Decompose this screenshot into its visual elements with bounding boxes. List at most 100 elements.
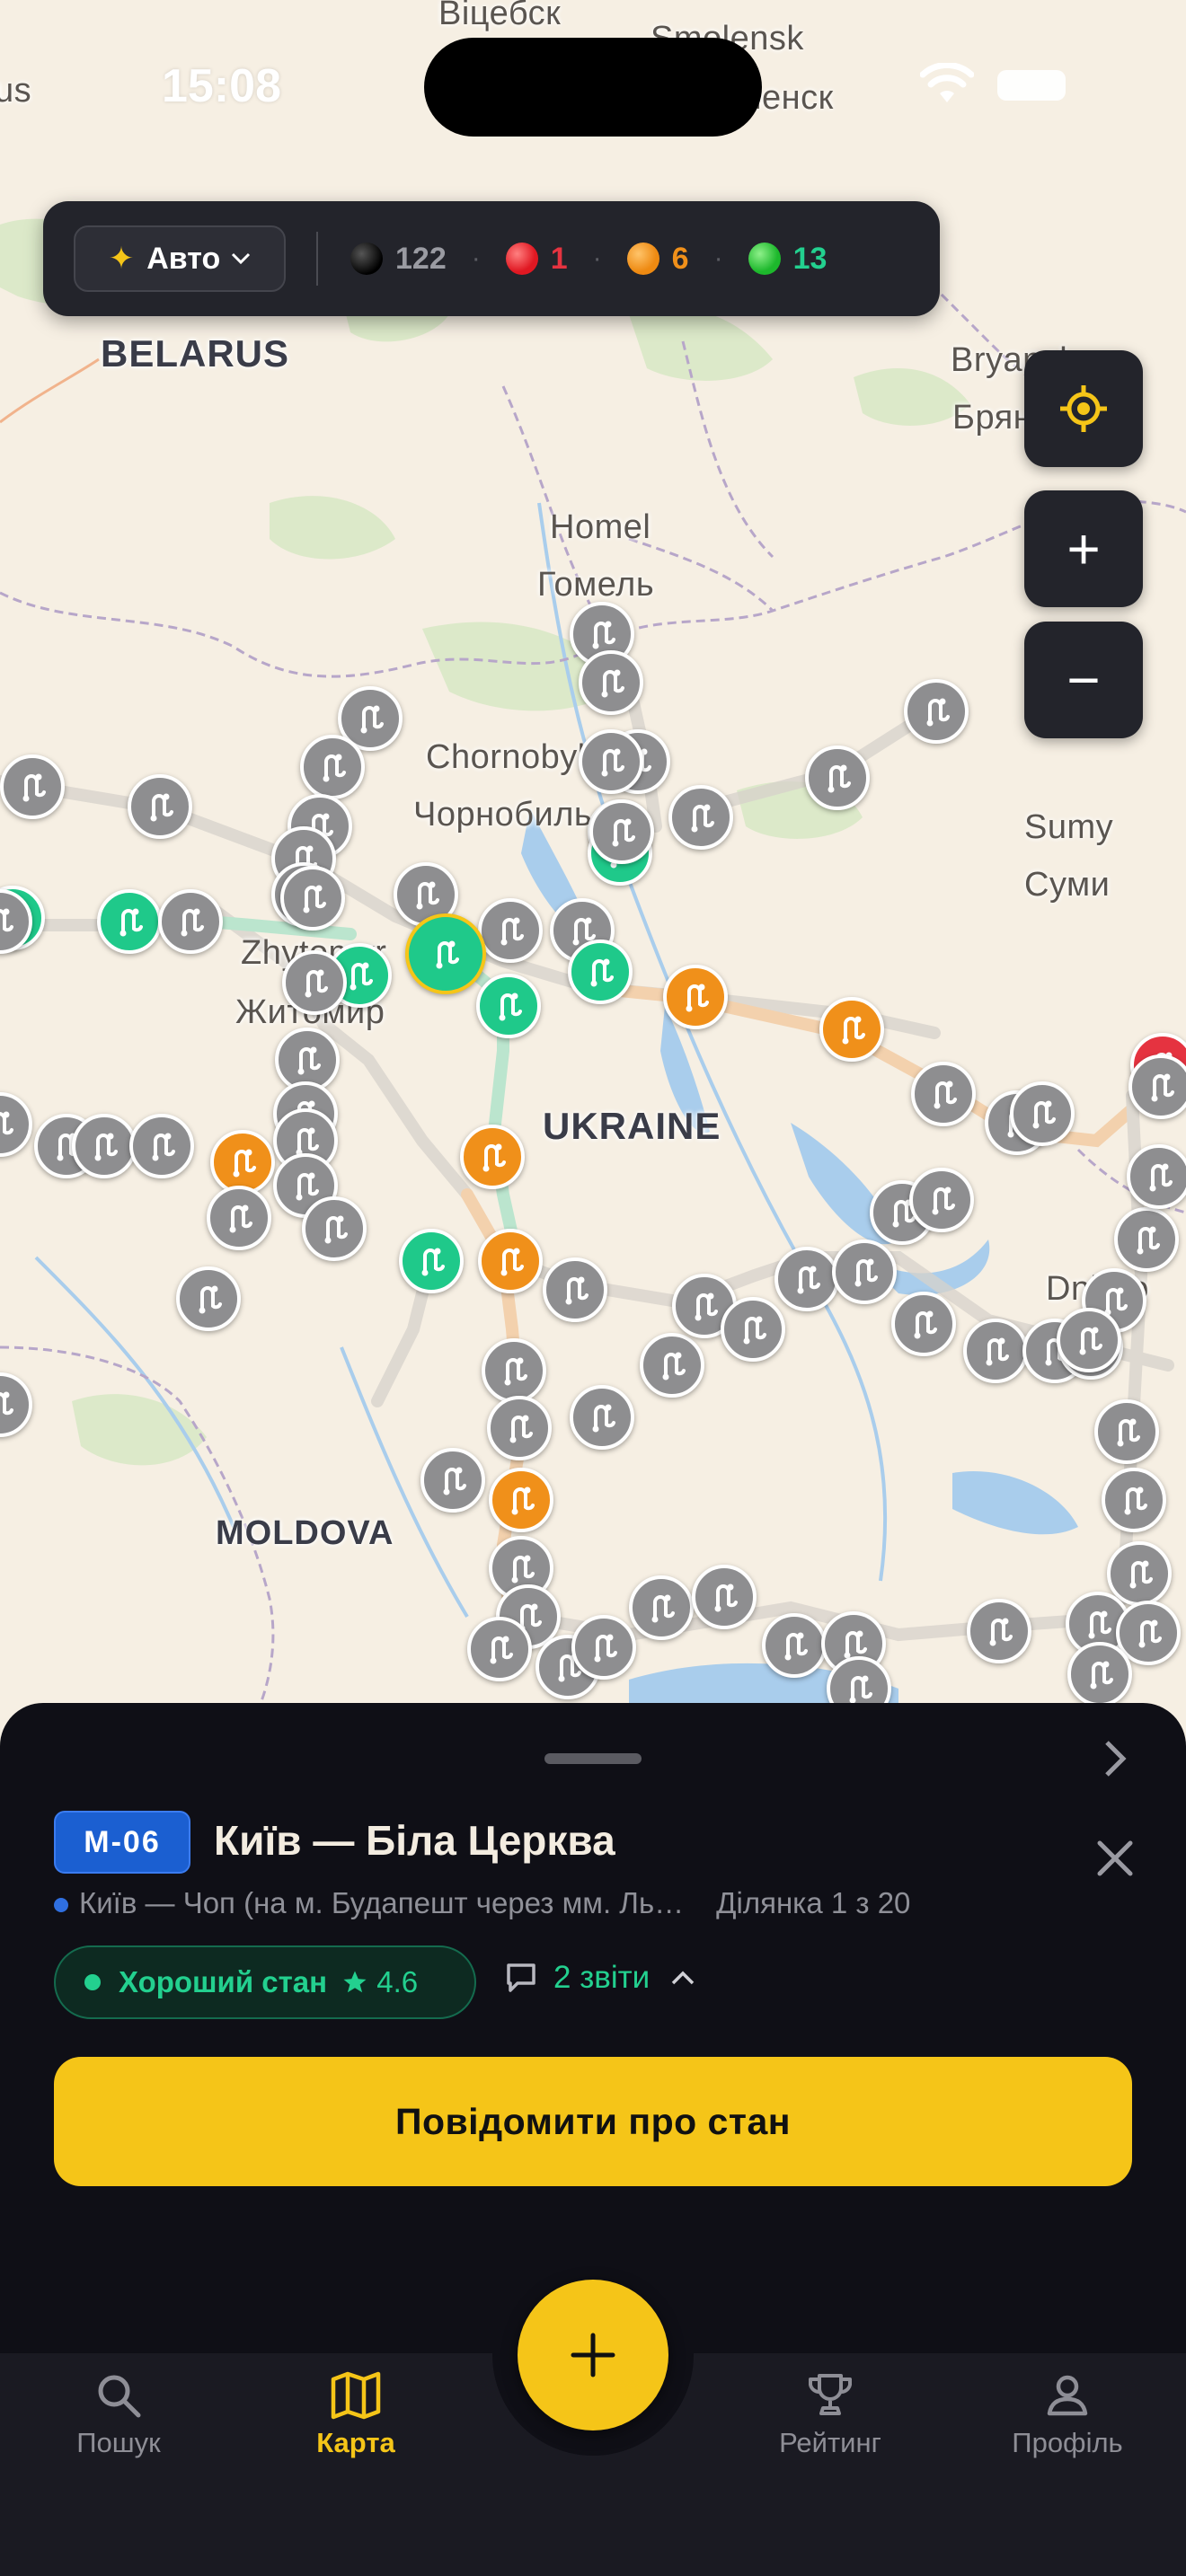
road-route-icon: [1032, 1100, 1056, 1129]
road-marker-orange[interactable]: [819, 997, 884, 1062]
road-marker-gray[interactable]: [300, 735, 365, 799]
road-route-icon: [150, 793, 173, 822]
star-icon: [343, 1971, 367, 1993]
road-marker-gray[interactable]: [207, 1186, 271, 1250]
road-route-icon: [854, 1258, 878, 1287]
tab-map-label: Карта: [316, 2427, 395, 2458]
road-marker-gray[interactable]: [967, 1599, 1031, 1663]
road-route-icon: [686, 984, 709, 1012]
road-marker-orange[interactable]: [460, 1125, 525, 1189]
report-status-button[interactable]: Повідомити про стан: [54, 2057, 1132, 2186]
road-marker-gray[interactable]: [1107, 1541, 1172, 1606]
road-marker-orange[interactable]: [210, 1130, 275, 1195]
road-marker-gray[interactable]: [1094, 1399, 1159, 1464]
road-marker-gray[interactable]: [302, 1196, 367, 1261]
road-route-icon: [651, 1594, 675, 1623]
road-title: Київ — Біла Церква: [214, 1817, 615, 1864]
tab-map[interactable]: Карта: [266, 2364, 446, 2459]
road-marker-gray[interactable]: [176, 1266, 241, 1331]
road-marker-green[interactable]: [97, 889, 162, 954]
road-marker-gray[interactable]: [1010, 1081, 1075, 1146]
road-marker-gray[interactable]: [911, 1062, 976, 1126]
road-marker-green[interactable]: [399, 1229, 464, 1293]
route-info: Київ — Чоп (на м. Будапешт через мм. Ль……: [54, 1886, 910, 1920]
road-route-icon: [511, 1486, 535, 1515]
road-marker-gray[interactable]: [721, 1297, 785, 1362]
tab-rating-label: Рейтинг: [779, 2427, 881, 2458]
road-marker-gray[interactable]: [579, 729, 643, 794]
route-dot-icon: [54, 1898, 68, 1913]
road-marker-gray[interactable]: [1128, 1054, 1186, 1119]
road-route-icon: [0, 1391, 13, 1416]
road-marker-gray[interactable]: [571, 1615, 636, 1680]
road-route-icon: [1090, 1661, 1113, 1689]
road-route-icon: [119, 908, 143, 937]
road-marker-gray[interactable]: [129, 1114, 194, 1178]
road-route-icon: [297, 1046, 321, 1075]
road-route-icon: [714, 1584, 738, 1612]
tab-rating[interactable]: Рейтинг: [740, 2364, 920, 2459]
zoom-out-button[interactable]: −: [1024, 622, 1143, 738]
road-marker-gray[interactable]: [72, 1114, 137, 1178]
chevron-up-icon: [671, 1971, 695, 1985]
road-marker-gray[interactable]: [668, 785, 733, 850]
sheet-grabber[interactable]: [544, 1753, 642, 1764]
road-marker-gray[interactable]: [963, 1319, 1028, 1383]
battery-icon: [997, 70, 1066, 101]
sparkles-icon: ✦: [108, 242, 135, 276]
close-icon[interactable]: [1093, 1836, 1137, 1881]
road-marker-gray[interactable]: [1114, 1207, 1179, 1272]
count-bad-value: 1: [550, 241, 568, 276]
road-marker-gray[interactable]: [909, 1168, 974, 1232]
road-marker-gray[interactable]: [579, 650, 643, 715]
tab-search[interactable]: Пошук: [29, 2364, 208, 2459]
road-marker-gray[interactable]: [128, 774, 192, 839]
road-marker-gray[interactable]: [832, 1239, 897, 1304]
road-route-icon: [784, 1632, 808, 1661]
zoom-in-button[interactable]: +: [1024, 490, 1143, 607]
road-marker-gray[interactable]: [589, 799, 654, 864]
road-marker-orange[interactable]: [478, 1229, 543, 1293]
road-marker-gray[interactable]: [891, 1292, 956, 1356]
road-marker-gray[interactable]: [692, 1565, 757, 1629]
count-medium[interactable]: 6: [626, 242, 689, 277]
road-marker-green[interactable]: [476, 974, 541, 1038]
road-marker-gray[interactable]: [1067, 1642, 1132, 1707]
road-marker-gray[interactable]: [805, 745, 870, 810]
road-code-badge: M-06: [54, 1811, 190, 1874]
locate-button[interactable]: [1024, 350, 1143, 467]
road-marker-gray[interactable]: [543, 1257, 607, 1322]
road-marker-gray[interactable]: [420, 1448, 485, 1513]
road-marker-gray[interactable]: [282, 950, 347, 1015]
road-route-icon: [1138, 1619, 1162, 1648]
road-marker-gray[interactable]: [280, 866, 345, 931]
road-marker-green[interactable]: [568, 940, 633, 1004]
road-marker-gray[interactable]: [482, 1338, 546, 1403]
count-bad[interactable]: 1: [505, 241, 568, 277]
count-none[interactable]: 122: [350, 242, 447, 277]
road-marker-orange[interactable]: [489, 1468, 553, 1532]
road-marker-gray[interactable]: [640, 1333, 704, 1398]
road-marker-gray[interactable]: [467, 1617, 532, 1681]
road-marker-gray[interactable]: [487, 1396, 552, 1460]
road-marker-gray[interactable]: [1102, 1468, 1166, 1532]
count-good[interactable]: 13: [748, 242, 827, 277]
tab-profile[interactable]: Профіль: [978, 2364, 1157, 2459]
road-route-icon: [989, 1618, 1013, 1646]
road-marker-gray[interactable]: [478, 898, 543, 963]
road-marker-gray[interactable]: [904, 679, 969, 744]
road-marker-gray[interactable]: [1057, 1308, 1121, 1372]
road-marker-gray[interactable]: [1127, 1144, 1186, 1209]
add-report-fab[interactable]: [518, 2280, 668, 2430]
chevron-right-icon[interactable]: [1102, 1739, 1128, 1778]
road-marker-gray[interactable]: [629, 1575, 694, 1640]
road-marker-selected[interactable]: [405, 913, 486, 994]
road-marker-orange[interactable]: [663, 965, 728, 1029]
road-marker-gray[interactable]: [570, 1385, 634, 1450]
road-marker-gray[interactable]: [774, 1247, 839, 1311]
mode-select-button[interactable]: ✦ Авто: [74, 225, 286, 292]
reports-toggle[interactable]: 2 звіти: [503, 1960, 696, 1996]
road-marker-gray[interactable]: [0, 754, 65, 819]
road-marker-gray[interactable]: [158, 889, 223, 954]
road-marker-gray[interactable]: [762, 1613, 827, 1678]
